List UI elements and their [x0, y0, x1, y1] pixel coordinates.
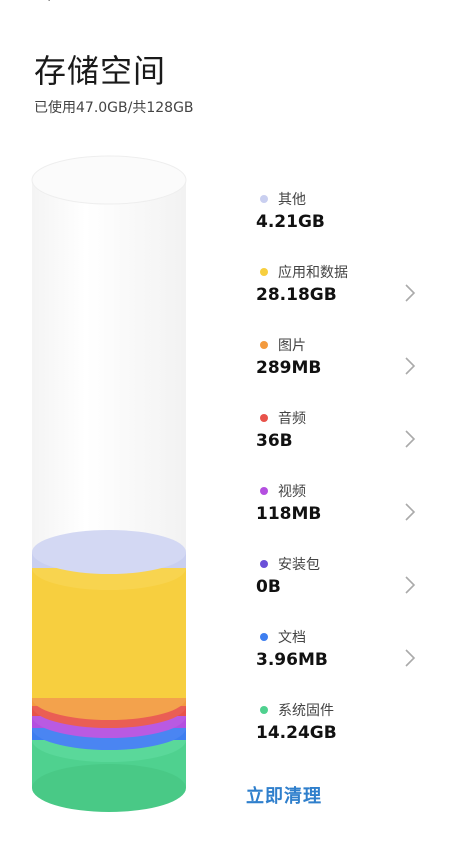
- cylinder-top-cap: [31, 155, 187, 205]
- chevron-right-icon: [405, 357, 416, 375]
- color-dot: [260, 706, 268, 714]
- chevron-right-icon: [405, 649, 416, 667]
- category-label: 系统固件: [278, 703, 334, 719]
- category-label: 文档: [278, 630, 306, 646]
- category-apps-data[interactable]: 应用和数据 28.18GB: [256, 261, 436, 334]
- category-images[interactable]: 图片 289MB: [256, 334, 436, 407]
- color-dot: [260, 487, 268, 495]
- category-label: 视频: [278, 484, 306, 500]
- category-system-firmware: 系统固件 14.24GB: [256, 699, 436, 772]
- category-label: 其他: [278, 192, 306, 208]
- chevron-right-icon: [405, 284, 416, 302]
- chevron-right-icon: [405, 576, 416, 594]
- color-dot: [260, 268, 268, 276]
- category-videos[interactable]: 视频 118MB: [256, 480, 436, 553]
- clean-now-button[interactable]: 立即清理: [246, 782, 322, 808]
- category-other: 其他 4.21GB: [256, 188, 436, 261]
- category-size: 14.24GB: [256, 723, 337, 743]
- category-label: 音频: [278, 411, 306, 427]
- storage-category-list: 其他 4.21GB 应用和数据 28.18GB 图片 289MB 音频 36B …: [256, 188, 436, 772]
- color-dot: [260, 341, 268, 349]
- storage-cylinder: [24, 150, 194, 820]
- color-dot: [260, 195, 268, 203]
- page-title: 存储空间: [34, 52, 167, 90]
- cylinder-bottom: [32, 764, 186, 812]
- category-label: 图片: [278, 338, 306, 354]
- chevron-right-icon: [405, 430, 416, 448]
- storage-usage-text: 已使用47.0GB/共128GB: [34, 100, 194, 116]
- category-size: 4.21GB: [256, 212, 325, 232]
- category-audio[interactable]: 音频 36B: [256, 407, 436, 480]
- color-dot: [260, 633, 268, 641]
- cylinder-empty-body: [32, 180, 186, 560]
- category-documents[interactable]: 文档 3.96MB: [256, 626, 436, 699]
- category-label: 安装包: [278, 557, 320, 573]
- chevron-right-icon: [405, 503, 416, 521]
- category-label: 应用和数据: [278, 265, 348, 281]
- color-dot: [260, 414, 268, 422]
- color-dot: [260, 560, 268, 568]
- category-packages[interactable]: 安装包 0B: [256, 553, 436, 626]
- back-arrow-icon[interactable]: [34, 0, 74, 10]
